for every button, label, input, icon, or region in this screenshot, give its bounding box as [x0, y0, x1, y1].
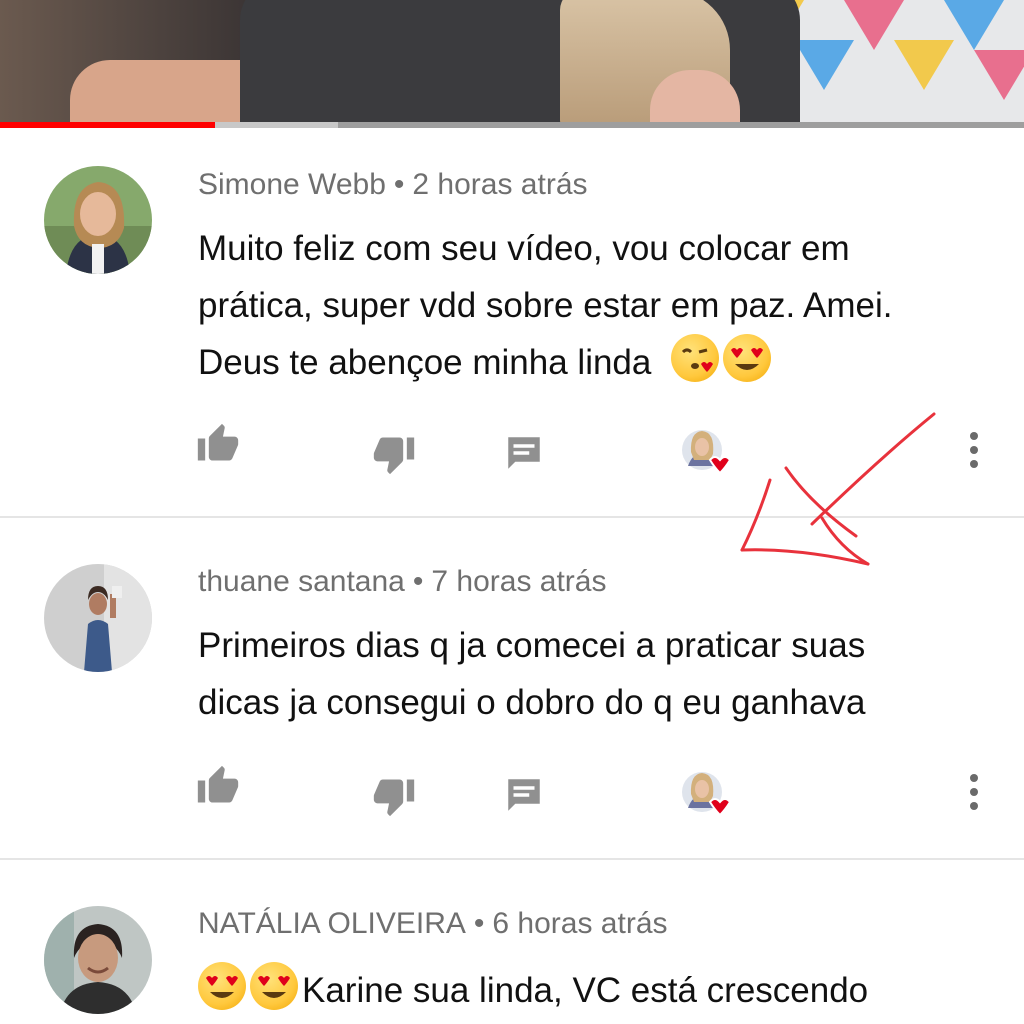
more-vertical-icon[interactable]: [964, 772, 984, 816]
comment-text-line-with-emoji: Karine sua linda, VC está crescendo: [198, 962, 988, 1019]
comment-text: Primeiros dias q ja comecei a praticar s…: [198, 617, 988, 731]
thumbs-up-icon[interactable]: [196, 764, 240, 808]
thumbs-down-icon[interactable]: [372, 774, 416, 818]
comment-text-line: Deus te abençoe minha linda: [198, 343, 652, 382]
red-arrow-annotation: [740, 412, 936, 566]
comment-timestamp: 7 horas atrás: [431, 565, 607, 598]
comment-text: Karine sua linda, VC está crescendo: [198, 962, 988, 1019]
commenter-avatar[interactable]: [44, 166, 152, 274]
creator-heart-icon: [680, 768, 740, 828]
comment-author[interactable]: NATÁLIA OLIVEIRA: [198, 907, 466, 940]
meta-separator: •: [412, 565, 424, 598]
video-progress-played: [0, 122, 216, 128]
comments-screen: Simone Webb • 2 horas atrás Muito feliz co…: [0, 0, 1024, 1024]
meta-separator: •: [393, 168, 405, 201]
comment-meta: Simone Webb • 2 horas atrás: [198, 168, 588, 202]
thumbs-down-icon[interactable]: [372, 432, 416, 476]
comment-actions: [0, 762, 1024, 822]
thumbs-up-icon[interactable]: [196, 422, 240, 466]
comment-timestamp: 2 horas atrás: [412, 168, 588, 201]
video-progress-bar[interactable]: [0, 122, 1024, 128]
comment-text-line: Muito feliz com seu vídeo, vou colocar e…: [198, 229, 850, 268]
comment-divider: [0, 858, 1024, 860]
comment-text-line-with-emoji: Deus te abençoe minha linda: [198, 334, 988, 391]
face-blowing-kiss-emoji: [671, 334, 720, 382]
comment-text-line: dicas ja consegui o dobro do q eu ganhav…: [198, 683, 866, 722]
reply-comment-icon[interactable]: [503, 432, 545, 474]
comment-meta: thuane santana • 7 horas atrás: [198, 565, 606, 599]
comment-text-line: prática, super vdd sobre estar em paz. A…: [198, 286, 893, 325]
comment-text-line: Primeiros dias q ja comecei a praticar s…: [198, 626, 866, 665]
comment-timestamp: 6 horas atrás: [492, 907, 668, 940]
comment-text-line: Karine sua linda, VC está crescendo: [302, 971, 869, 1010]
comment-meta: NATÁLIA OLIVEIRA • 6 horas atrás: [198, 907, 668, 941]
more-vertical-icon[interactable]: [964, 430, 984, 474]
heart-eyes-emoji: [250, 962, 298, 1010]
heart-eyes-emoji: [198, 962, 246, 1010]
comment-text: Muito feliz com seu vídeo, vou colocar e…: [198, 220, 988, 391]
comment-author[interactable]: Simone Webb: [198, 168, 386, 201]
commenter-avatar[interactable]: [44, 564, 152, 672]
comment-author[interactable]: thuane santana: [198, 565, 405, 598]
heart-eyes-emoji: [723, 334, 772, 382]
meta-separator: •: [473, 907, 485, 940]
video-player[interactable]: [0, 0, 1024, 122]
reply-comment-icon[interactable]: [503, 774, 545, 816]
commenter-avatar[interactable]: [44, 906, 152, 1014]
